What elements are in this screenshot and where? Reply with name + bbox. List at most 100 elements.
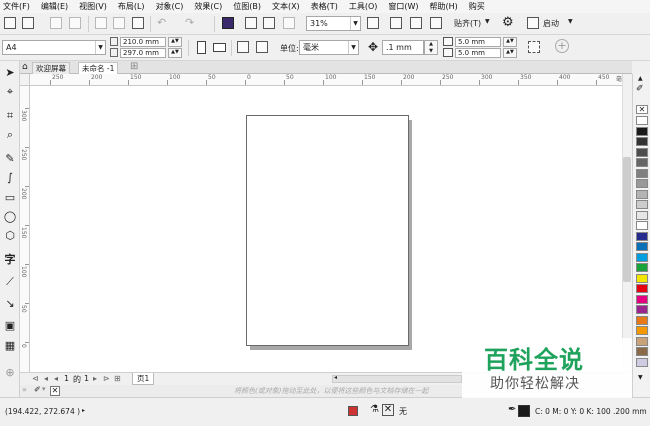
show-guidelines-icon[interactable] xyxy=(430,17,442,29)
ellipse-tool-icon[interactable]: ◯ xyxy=(3,210,17,224)
pick-tool-icon[interactable]: ➤ xyxy=(3,66,17,80)
drop-shadow-tool-icon[interactable]: ▣ xyxy=(3,319,17,333)
cut-icon[interactable] xyxy=(95,17,107,29)
polygon-tool-icon[interactable]: ⬡ xyxy=(3,229,17,243)
color-swatch[interactable] xyxy=(636,231,648,241)
color-swatch[interactable] xyxy=(636,200,648,209)
color-swatch[interactable] xyxy=(636,336,648,346)
expand-icon[interactable]: » xyxy=(22,385,27,394)
menu-bitmaps[interactable]: 位图(B) xyxy=(233,1,261,12)
zoom-tool-icon[interactable]: ⌕ xyxy=(3,128,17,142)
chevron-down-icon[interactable]: ▾ xyxy=(42,385,46,393)
vertical-ruler[interactable]: 300 250 200 150 100 50 0 xyxy=(20,86,30,372)
export-icon[interactable] xyxy=(263,17,275,29)
redo-icon[interactable]: ↷ xyxy=(185,16,194,29)
save-icon[interactable] xyxy=(50,17,62,29)
width-spinner[interactable]: ▲▼ xyxy=(168,37,182,47)
ruler-origin[interactable] xyxy=(20,74,30,86)
color-swatch[interactable] xyxy=(636,294,648,304)
menu-text[interactable]: 文本(X) xyxy=(272,1,300,12)
no-color-swatch[interactable]: ✕ xyxy=(50,386,60,396)
units-select[interactable]: 毫米 ▼ xyxy=(299,40,359,55)
chevron-down-icon[interactable]: ▼ xyxy=(568,18,573,25)
color-swatch[interactable] xyxy=(636,168,648,178)
publish-pdf-icon[interactable] xyxy=(283,17,295,29)
color-swatch[interactable] xyxy=(636,315,648,325)
menu-view[interactable]: 视图(V) xyxy=(79,1,107,12)
color-swatch[interactable] xyxy=(636,326,648,335)
full-screen-icon[interactable] xyxy=(367,17,379,29)
connector-tool-icon[interactable]: ↘ xyxy=(3,297,17,311)
height-spinner[interactable]: ▲▼ xyxy=(168,48,182,58)
portrait-icon[interactable] xyxy=(197,41,206,54)
color-swatch[interactable] xyxy=(636,242,648,251)
rectangle-tool-icon[interactable]: ▭ xyxy=(3,191,17,205)
undo-icon[interactable]: ↶ xyxy=(157,16,166,29)
freehand-tool-icon[interactable]: ✎ xyxy=(3,152,17,166)
open-icon[interactable] xyxy=(22,17,34,29)
previous-page-icon[interactable]: ◂ xyxy=(44,374,48,383)
color-swatch[interactable] xyxy=(636,189,648,199)
dimension-tool-icon[interactable]: ⟋ xyxy=(3,275,17,289)
crop-tool-icon[interactable]: ⌗ xyxy=(3,109,17,123)
application-launcher-icon[interactable] xyxy=(527,17,539,29)
scroll-left-icon[interactable]: ◂ xyxy=(334,374,337,381)
dup-y-spinner[interactable]: ▲▼ xyxy=(503,48,517,58)
color-swatch[interactable] xyxy=(636,221,648,230)
print-icon[interactable] xyxy=(69,17,81,29)
menu-help[interactable]: 帮助(H) xyxy=(430,1,458,12)
color-swatch[interactable] xyxy=(636,357,648,367)
menu-tools[interactable]: 工具(O) xyxy=(349,1,378,12)
expand-arrow-icon[interactable]: ▸ xyxy=(82,407,85,414)
nudge-spinner[interactable]: ▲ ▼ xyxy=(424,40,438,55)
eyedropper-icon[interactable]: ✐ xyxy=(34,385,41,394)
color-swatch[interactable] xyxy=(636,273,648,283)
interactive-fill-icon[interactable]: ▦ xyxy=(3,339,17,353)
color-swatch[interactable] xyxy=(636,179,648,188)
chevron-down-icon[interactable]: ▼ xyxy=(485,18,490,25)
all-pages-icon[interactable] xyxy=(237,41,249,53)
duplicate-y-field[interactable]: 5.0 mm xyxy=(455,48,501,58)
color-swatch[interactable] xyxy=(636,137,648,146)
new-document-icon[interactable] xyxy=(4,17,16,29)
new-tab-icon[interactable]: ⊞ xyxy=(130,61,138,72)
landscape-icon[interactable] xyxy=(213,43,226,52)
color-swatch[interactable] xyxy=(636,252,648,262)
launch-label[interactable]: 启动 xyxy=(543,18,559,29)
palette-scroll-down-icon[interactable]: ▼ xyxy=(638,374,643,381)
palette-scroll-up-icon[interactable]: ▲ xyxy=(638,75,643,82)
page-size-select[interactable]: A4 ▼ xyxy=(2,40,106,55)
color-swatch[interactable] xyxy=(636,147,648,157)
back-icon[interactable]: ◂ xyxy=(54,374,58,383)
menu-object[interactable]: 对象(C) xyxy=(156,1,184,12)
nudge-distance-field[interactable]: .1 mm xyxy=(382,40,424,55)
color-proof-icon[interactable] xyxy=(348,406,358,416)
page-height-field[interactable]: 297.0 mm xyxy=(120,48,166,58)
eyedropper-icon[interactable]: ✐ xyxy=(636,84,644,94)
menu-buy[interactable]: 购买 xyxy=(469,1,485,12)
page-tab-1[interactable]: 页1 xyxy=(132,373,155,385)
show-grid-icon[interactable] xyxy=(410,17,422,29)
home-icon[interactable]: ⌂ xyxy=(22,62,28,72)
duplicate-x-field[interactable]: 5.0 mm xyxy=(455,37,501,47)
artistic-media-icon[interactable]: ∫ xyxy=(3,171,17,185)
color-swatch[interactable] xyxy=(636,347,648,356)
color-swatch[interactable] xyxy=(636,305,648,314)
copy-icon[interactable] xyxy=(113,17,125,29)
options-gear-icon[interactable]: ⚙ xyxy=(502,15,514,30)
horizontal-ruler[interactable]: 250 200 150 100 50 0 50 100 150 200 250 300 350 400 45… xyxy=(30,74,632,86)
current-page-icon[interactable] xyxy=(256,41,268,53)
tab-welcome-screen[interactable]: 欢迎屏幕 xyxy=(32,62,70,74)
next-page-icon[interactable]: ▸ xyxy=(93,374,97,383)
page-width-field[interactable]: 210.0 mm xyxy=(120,37,166,47)
menu-table[interactable]: 表格(T) xyxy=(311,1,338,12)
shape-tool-icon[interactable]: ⌖ xyxy=(3,85,17,99)
zoom-level-select[interactable]: 31% ▼ xyxy=(306,16,361,31)
vertical-scrollbar-thumb[interactable] xyxy=(623,157,631,282)
menu-window[interactable]: 窗口(W) xyxy=(388,1,418,12)
no-color-swatch[interactable]: ✕ xyxy=(636,105,648,114)
dup-x-spinner[interactable]: ▲▼ xyxy=(503,37,517,47)
color-swatch[interactable] xyxy=(636,210,648,220)
add-page-icon[interactable]: ⊞ xyxy=(114,374,121,383)
color-swatch[interactable] xyxy=(636,263,648,272)
